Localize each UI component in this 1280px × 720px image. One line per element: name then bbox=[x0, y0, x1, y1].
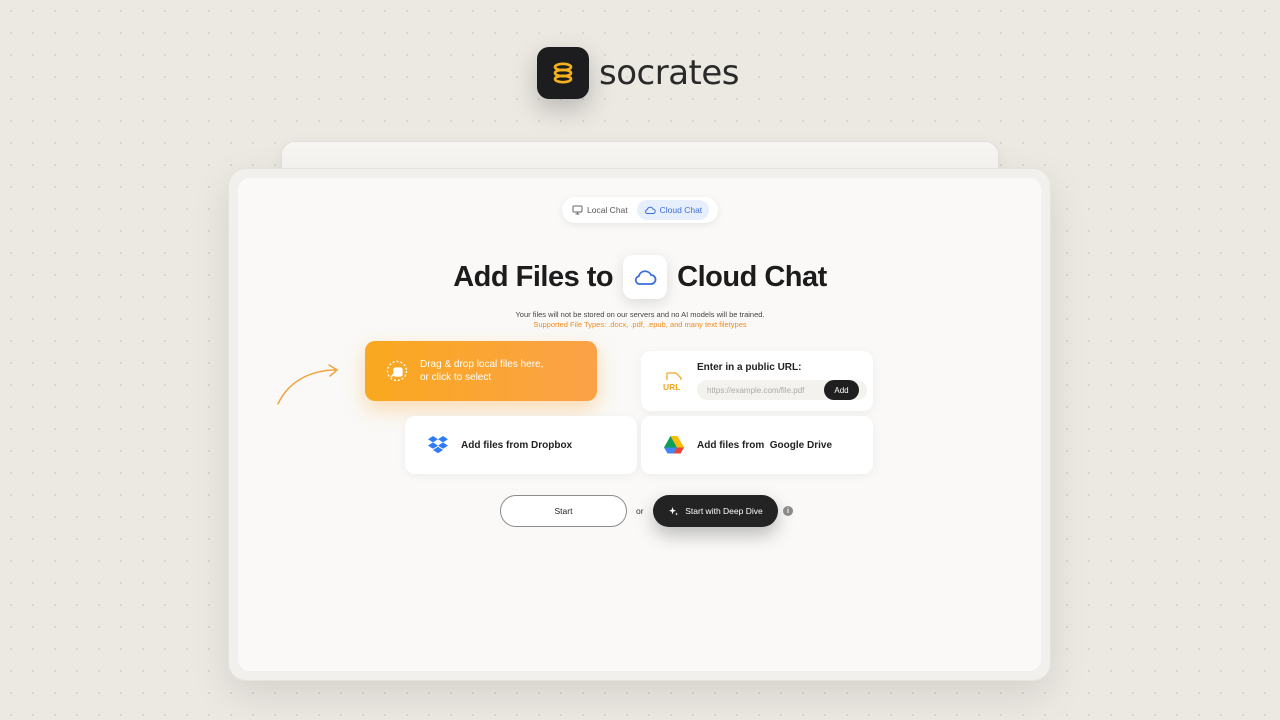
local-file-drop-zone[interactable]: Drag & drop local files here, or click t… bbox=[365, 341, 597, 401]
dropbox-icon bbox=[428, 436, 448, 454]
start-button[interactable]: Start bbox=[500, 495, 627, 527]
brand-header: socrates bbox=[537, 47, 740, 99]
google-drive-icon bbox=[664, 436, 684, 454]
url-icon-label: URL bbox=[663, 382, 680, 392]
cloud-icon bbox=[644, 206, 656, 214]
google-drive-source-button[interactable]: Add files from Google Drive bbox=[641, 416, 873, 474]
dropbox-label: Add files from Dropbox bbox=[461, 439, 573, 451]
info-icon[interactable]: i bbox=[783, 506, 793, 516]
cloud-chat-label: Cloud Chat bbox=[659, 205, 703, 215]
curved-arrow-icon bbox=[277, 364, 339, 405]
drop-zone-line2: or click to select bbox=[420, 372, 492, 383]
privacy-note: Your files will not be stored on our ser… bbox=[515, 310, 765, 319]
drop-zone-line1: Drag & drop local files here, bbox=[420, 359, 544, 370]
google-drive-label: Add files from Google Drive bbox=[697, 439, 833, 451]
sparkle-icon bbox=[669, 506, 679, 515]
drop-zone-text: Drag & drop local files here, or click t… bbox=[420, 358, 543, 384]
brand-name: socrates bbox=[599, 53, 740, 93]
deep-dive-label: Start with Deep Dive bbox=[685, 506, 763, 516]
add-url-button[interactable]: Add bbox=[824, 380, 859, 400]
page-title: Add Files to Cloud Chat bbox=[0, 255, 1280, 299]
title-prefix: Add Files to bbox=[453, 260, 614, 293]
upload-file-icon bbox=[386, 360, 408, 382]
monitor-icon bbox=[572, 205, 583, 215]
cloud-icon bbox=[623, 255, 668, 299]
url-title: Enter in a public URL: bbox=[697, 362, 802, 373]
start-deep-dive-button[interactable]: Start with Deep Dive bbox=[653, 495, 778, 527]
or-separator: or bbox=[636, 506, 644, 516]
main-panel-inner bbox=[238, 178, 1041, 671]
dropbox-source-button[interactable]: Add files from Dropbox bbox=[405, 416, 637, 474]
main-panel bbox=[228, 168, 1051, 681]
cloud-chat-tab[interactable]: Cloud Chat bbox=[636, 200, 710, 220]
supported-filetypes-note: Supported File Types: .docx, .pdf, .epub… bbox=[533, 320, 747, 329]
coil-logo-icon bbox=[537, 47, 589, 99]
url-file-icon: URL bbox=[663, 372, 682, 392]
public-url-card: URL Enter in a public URL: Add bbox=[641, 351, 873, 411]
title-suffix: Cloud Chat bbox=[677, 260, 827, 293]
local-chat-label: Local Chat bbox=[587, 205, 628, 215]
local-chat-tab[interactable]: Local Chat bbox=[565, 200, 635, 220]
chat-mode-toggle: Local Chat Cloud Chat bbox=[562, 197, 718, 223]
